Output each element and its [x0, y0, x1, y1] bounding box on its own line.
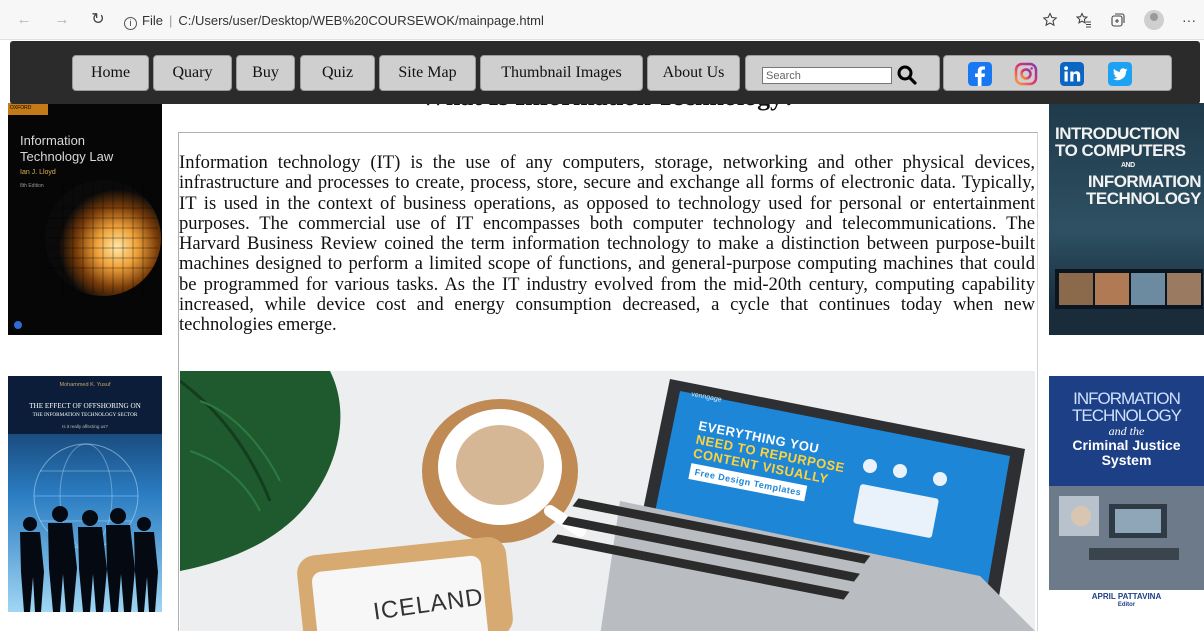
url-text[interactable]: C:/Users/user/Desktop/WEB%20COURSEWOK/ma… — [178, 13, 544, 28]
book-author-role: Editor — [1117, 602, 1136, 608]
book-title-line: THE EFFECT OF OFFSHORING ON — [29, 402, 141, 410]
book-cover-criminal-justice: INFORMATION TECHNOLOGY and the Criminal … — [1049, 376, 1204, 612]
book-author: Mohammed K. Yusuf — [59, 382, 111, 388]
article-paragraph: Information technology (IT) is the use o… — [179, 152, 1035, 336]
book-title-line: INFORMATION — [1087, 172, 1202, 191]
scheme-label: File — [142, 13, 163, 28]
book-title: THE EFFECT OF OFFSHORING ON THE INFORMAT… — [8, 402, 162, 420]
browser-actions: ··· — [1042, 9, 1196, 31]
facebook-icon[interactable] — [968, 62, 992, 86]
nav-buy[interactable]: Buy — [236, 55, 295, 91]
back-arrow-icon[interactable]: ← — [14, 10, 34, 30]
forward-arrow-icon[interactable]: → — [52, 10, 72, 30]
book-title-line: INFORMATION — [1073, 389, 1181, 408]
social-links — [943, 55, 1172, 91]
book-title-line: THE INFORMATION TECHNOLOGY SECTOR — [32, 412, 138, 418]
instagram-icon[interactable] — [1014, 62, 1038, 86]
book-title-line: AND — [1121, 162, 1135, 169]
book-editor: APRIL PATTAVINA Editor — [1049, 592, 1204, 610]
collections-icon[interactable] — [1110, 12, 1126, 28]
book-title-line: Technology Law — [20, 149, 114, 164]
book-title-line: TO COMPUTERS — [1055, 141, 1186, 160]
more-options-icon[interactable]: ··· — [1182, 12, 1196, 28]
book-title-line: System — [1101, 452, 1152, 468]
book-title-line: Criminal Justice — [1072, 437, 1181, 453]
book-subtitle: Is it really affecting us? — [62, 424, 108, 429]
book-title-line: TECHNOLOGY — [1071, 406, 1182, 425]
favorites-list-icon[interactable] — [1076, 12, 1092, 28]
main-navbar: Home Quary Buy Quiz Site Map Thumbnail I… — [10, 41, 1200, 104]
browser-toolbar: ← → ↻ i File | C:/Users/user/Desktop/WEB%20… — [0, 0, 1204, 40]
book-title: INFORMATION TECHNOLOGY and the Criminal … — [1049, 390, 1204, 468]
book-title-line: TECHNOLOGY — [1086, 189, 1201, 208]
book-publisher: OXFORD — [10, 105, 32, 111]
twitter-icon[interactable] — [1108, 62, 1132, 86]
book-title-line: and the — [1108, 424, 1145, 438]
book-author: APRIL PATTAVINA — [1091, 592, 1162, 601]
address-bar[interactable]: i File | C:/Users/user/Desktop/WEB%20COURSE… — [124, 11, 544, 31]
hero-image: EVERYTHING YOU NEED TO REPURPOSE CONTENT… — [180, 371, 1035, 631]
reload-icon[interactable]: ↻ — [88, 10, 108, 30]
search-input[interactable] — [762, 67, 892, 84]
book-title: Information Technology Law — [20, 133, 113, 165]
favorite-star-icon[interactable] — [1042, 12, 1058, 28]
linkedin-icon[interactable] — [1060, 62, 1084, 86]
search-container — [745, 55, 940, 91]
info-icon[interactable]: i — [124, 17, 137, 30]
nav-quary[interactable]: Quary — [153, 55, 232, 91]
web-page: OXFORD Information Technology Law Ian J.… — [0, 41, 1204, 631]
profile-avatar-icon[interactable] — [1144, 10, 1164, 30]
book-edition: 8th Edition — [20, 183, 44, 189]
book-cover-intro-computers: INTRODUCTION TO COMPUTERS AND INFORMATIO… — [1049, 103, 1204, 335]
book-cover-offshoring: Mohammed K. Yusuf THE EFFECT OF OFFSHORI… — [8, 376, 162, 612]
book-cover-it-law: OXFORD Information Technology Law Ian J.… — [8, 103, 162, 335]
nav-quiz[interactable]: Quiz — [300, 55, 375, 91]
book-title-line: Information — [20, 133, 86, 148]
nav-site-map[interactable]: Site Map — [379, 55, 476, 91]
book-author: Ian J. Lloyd — [20, 169, 56, 176]
nav-home[interactable]: Home — [72, 55, 149, 91]
nav-about-us[interactable]: About Us — [647, 55, 740, 91]
book-title-line: INTRODUCTION — [1055, 124, 1180, 143]
address-separator: | — [168, 13, 173, 28]
book-title: INTRODUCTION TO COMPUTERS AND INFORMATIO… — [1055, 125, 1204, 207]
search-icon[interactable] — [896, 64, 918, 86]
nav-thumbnail-images[interactable]: Thumbnail Images — [480, 55, 643, 91]
